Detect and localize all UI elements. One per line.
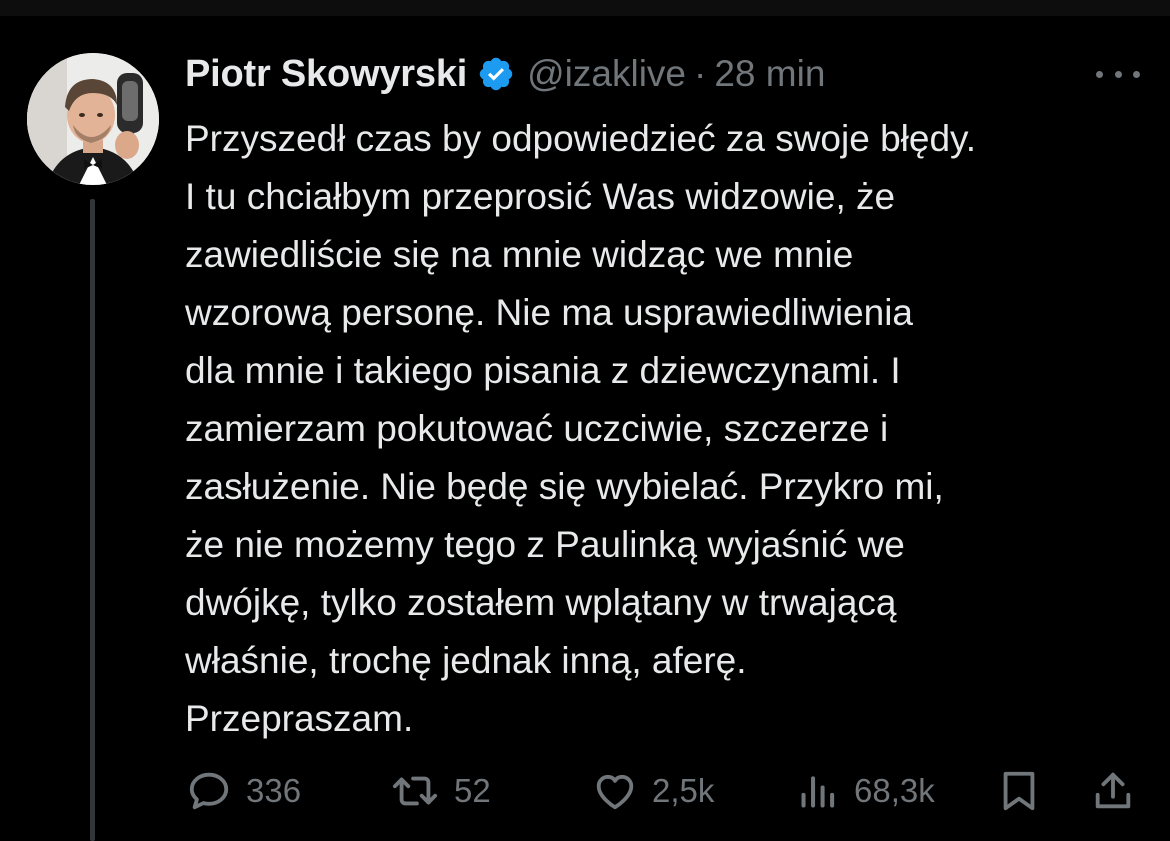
action-bar: 336 52 2,5k 68,3k xyxy=(0,765,1170,817)
more-dots-icon xyxy=(1096,70,1103,78)
tweet-text-line: Przepraszam. xyxy=(185,698,414,739)
author-name[interactable]: Piotr Skowyrski xyxy=(185,53,467,96)
tweet-text-line: zamierzam pokutować uczciwie, szczerze i xyxy=(185,408,889,449)
avatar-image xyxy=(27,53,159,185)
repost-arrows-icon xyxy=(392,776,438,806)
tweet-text-line: właśnie, trochę jednak inną, aferę. xyxy=(185,640,747,681)
tweet-text-line: że nie możemy tego z Paulinką wyjaśnić w… xyxy=(185,524,905,565)
tweet-text-line: Przyszedł czas by odpowiedzieć za swoje … xyxy=(185,118,977,159)
tweet-text: Przyszedł czas by odpowiedzieć za swoje … xyxy=(185,110,1155,748)
tweet-text-line: I tu chciałbym przeprosić Was widzowie, … xyxy=(185,176,896,217)
tweet-header: Piotr Skowyrski @izaklive · 28 min xyxy=(185,48,825,100)
speech-bubble-icon xyxy=(189,772,229,810)
like-count: 2,5k xyxy=(652,772,715,809)
repost-button[interactable]: 52 xyxy=(390,765,491,817)
bookmark-button[interactable] xyxy=(996,765,1042,817)
thread-line xyxy=(90,199,95,841)
tweet-text-line: zasłużenie. Nie będę się wybielać. Przyk… xyxy=(185,466,944,507)
repost-count: 52 xyxy=(454,772,491,809)
tweet-text-line: zawiedliście się na mnie widząc we mnie xyxy=(185,234,854,275)
bar-chart-icon xyxy=(801,776,835,808)
tweet-text-line: dla mnie i takiego pisania z dziewczynam… xyxy=(185,350,901,391)
views-count: 68,3k xyxy=(854,772,935,809)
tweet-text-line: wzorową personę. Nie ma usprawiedliwieni… xyxy=(185,292,914,333)
share-upload-icon xyxy=(1095,772,1131,809)
like-button[interactable]: 2,5k xyxy=(592,765,714,817)
more-dots-icon xyxy=(1114,70,1122,78)
tweet-text-line: dwójkę, tylko zostałem wplątany w trwają… xyxy=(185,582,897,623)
more-options-button[interactable] xyxy=(1096,62,1140,86)
views-button[interactable]: 68,3k xyxy=(796,765,935,817)
reply-count: 336 xyxy=(246,772,302,809)
heart-icon xyxy=(596,774,634,810)
author-handle[interactable]: @izaklive xyxy=(527,53,686,95)
bookmark-icon xyxy=(1003,771,1035,811)
tweet-timestamp[interactable]: 28 min xyxy=(714,53,825,95)
share-button[interactable] xyxy=(1090,765,1136,817)
top-strip xyxy=(0,0,1170,16)
separator-dot: · xyxy=(694,53,707,94)
avatar[interactable] xyxy=(27,53,159,185)
more-dots-icon xyxy=(1133,70,1140,78)
reply-button[interactable]: 336 xyxy=(186,765,301,817)
verified-badge-icon xyxy=(477,55,515,93)
